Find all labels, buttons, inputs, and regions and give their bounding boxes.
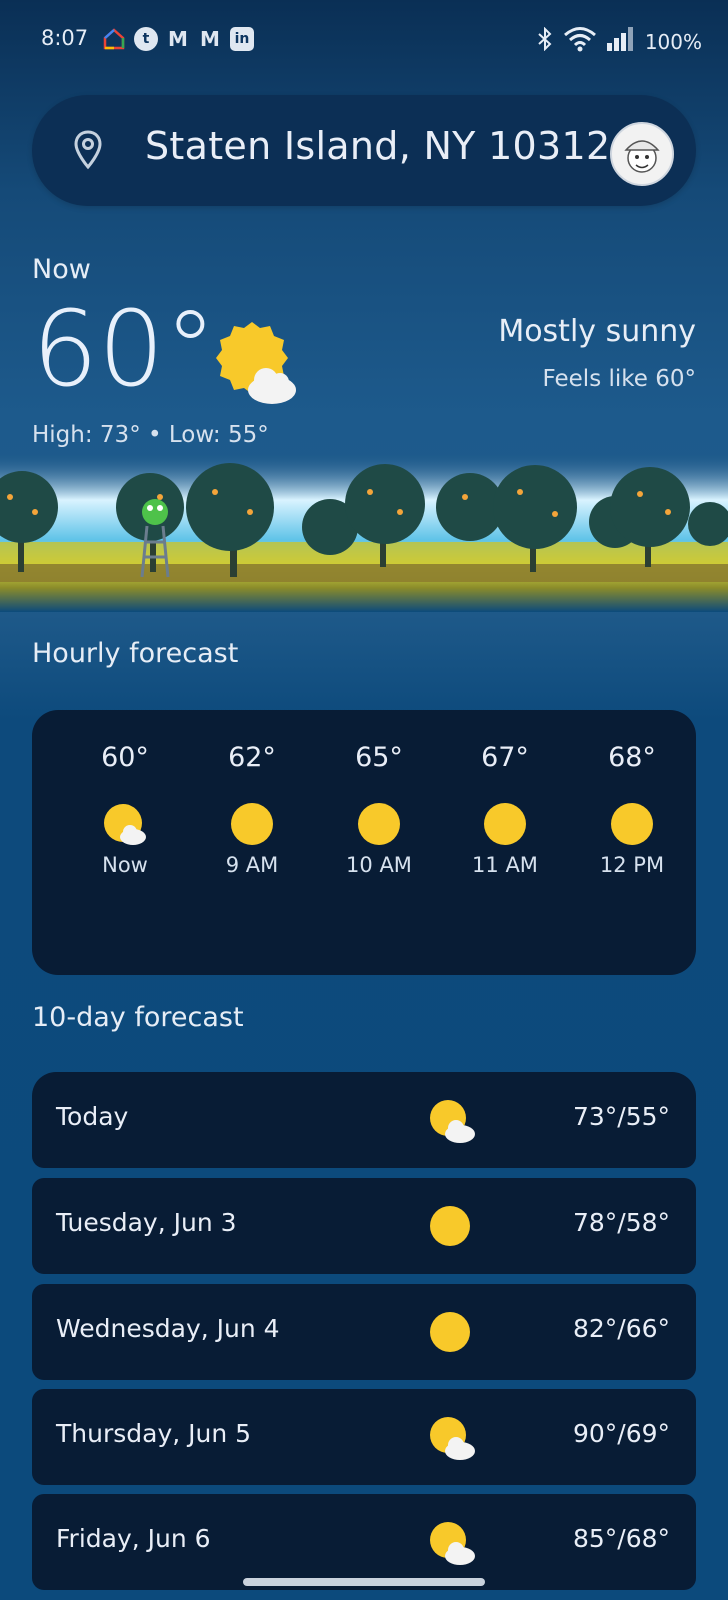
status-time: 8:07 xyxy=(41,26,89,50)
day-temps: 82°/66° xyxy=(572,1314,670,1343)
daily-row[interactable]: Thursday, Jun 5 90°/69° xyxy=(32,1389,696,1485)
daily-row[interactable]: Wednesday, Jun 4 82°/66° xyxy=(32,1284,696,1380)
navigation-gesture-handle[interactable] xyxy=(243,1578,485,1586)
partly-sunny-icon xyxy=(422,1415,478,1467)
partly-sunny-icon xyxy=(422,1520,478,1572)
day-temps: 73°/55° xyxy=(572,1102,670,1131)
gmail-icon: M xyxy=(168,27,188,51)
sun-icon xyxy=(422,1310,478,1362)
tumblr-icon: t xyxy=(134,27,158,51)
hourly-label: 11 AM xyxy=(472,853,538,877)
day-temps: 85°/68° xyxy=(572,1524,670,1553)
partly-sunny-icon xyxy=(422,1098,478,1150)
sun-icon xyxy=(202,801,302,853)
now-label: Now xyxy=(32,254,91,285)
hourly-item[interactable]: 65° 10 AM xyxy=(329,742,429,877)
notification-icons: t M M in xyxy=(102,27,254,51)
sun-icon xyxy=(329,801,429,853)
sun-icon xyxy=(455,801,555,853)
day-name: Friday, Jun 6 xyxy=(56,1524,211,1553)
current-temperature: 60° xyxy=(32,288,217,410)
hourly-temp: 65° xyxy=(355,742,403,773)
hourly-temp: 67° xyxy=(481,742,529,773)
wifi-icon xyxy=(563,26,597,57)
google-home-icon xyxy=(102,27,126,51)
sun-icon xyxy=(582,801,682,853)
hourly-temp: 60° xyxy=(101,742,149,773)
day-name: Wednesday, Jun 4 xyxy=(56,1314,280,1343)
status-bar: 8:07 t M M in 100% xyxy=(0,0,728,80)
sun-icon xyxy=(422,1204,478,1256)
hourly-label: 9 AM xyxy=(225,853,279,877)
location-pin-icon xyxy=(74,130,102,174)
day-name: Thursday, Jun 5 xyxy=(56,1419,252,1448)
hourly-item[interactable]: 67° 11 AM xyxy=(455,742,555,877)
partly-sunny-icon xyxy=(75,801,175,853)
hourly-item[interactable]: 60° Now xyxy=(75,742,175,877)
daily-row[interactable]: Friday, Jun 6 85°/68° xyxy=(32,1494,696,1590)
day-temps: 90°/69° xyxy=(572,1419,670,1448)
hourly-forecast-card[interactable]: 60° Now 62° 9 AM 65° 10 AM 67° 11 AM 68°… xyxy=(32,710,696,975)
linkedin-icon: in xyxy=(230,27,254,51)
day-temps: 78°/58° xyxy=(572,1208,670,1237)
high-low: High: 73° • Low: 55° xyxy=(32,422,269,448)
location-text[interactable]: Staten Island, NY 10312 xyxy=(145,124,610,168)
daily-forecast-title: 10-day forecast xyxy=(32,1002,244,1033)
day-name: Tuesday, Jun 3 xyxy=(56,1208,237,1237)
avatar[interactable] xyxy=(610,122,674,186)
battery-level: 100% xyxy=(644,29,702,54)
signal-icon xyxy=(606,27,635,56)
hourly-label: Now xyxy=(102,853,148,877)
daily-row[interactable]: Today 73°/55° xyxy=(32,1072,696,1168)
hourly-temp: 62° xyxy=(228,742,276,773)
hourly-label: 10 AM xyxy=(346,853,412,877)
hourly-item[interactable]: 62° 9 AM xyxy=(202,742,302,877)
gmail-icon-2: M xyxy=(200,27,220,51)
partly-sunny-icon xyxy=(210,318,300,412)
day-name: Today xyxy=(56,1102,129,1131)
hourly-temp: 68° xyxy=(608,742,656,773)
status-right: 100% xyxy=(537,26,702,57)
hourly-label: 12 PM xyxy=(599,853,665,877)
bluetooth-icon xyxy=(537,26,553,56)
daily-row[interactable]: Tuesday, Jun 3 78°/58° xyxy=(32,1178,696,1274)
condition-text: Mostly sunny xyxy=(498,314,696,349)
weather-scene-illustration xyxy=(0,452,728,612)
hourly-forecast-title: Hourly forecast xyxy=(32,638,239,669)
feels-like: Feels like 60° xyxy=(542,366,696,392)
hourly-item[interactable]: 68° 12 PM xyxy=(582,742,682,877)
